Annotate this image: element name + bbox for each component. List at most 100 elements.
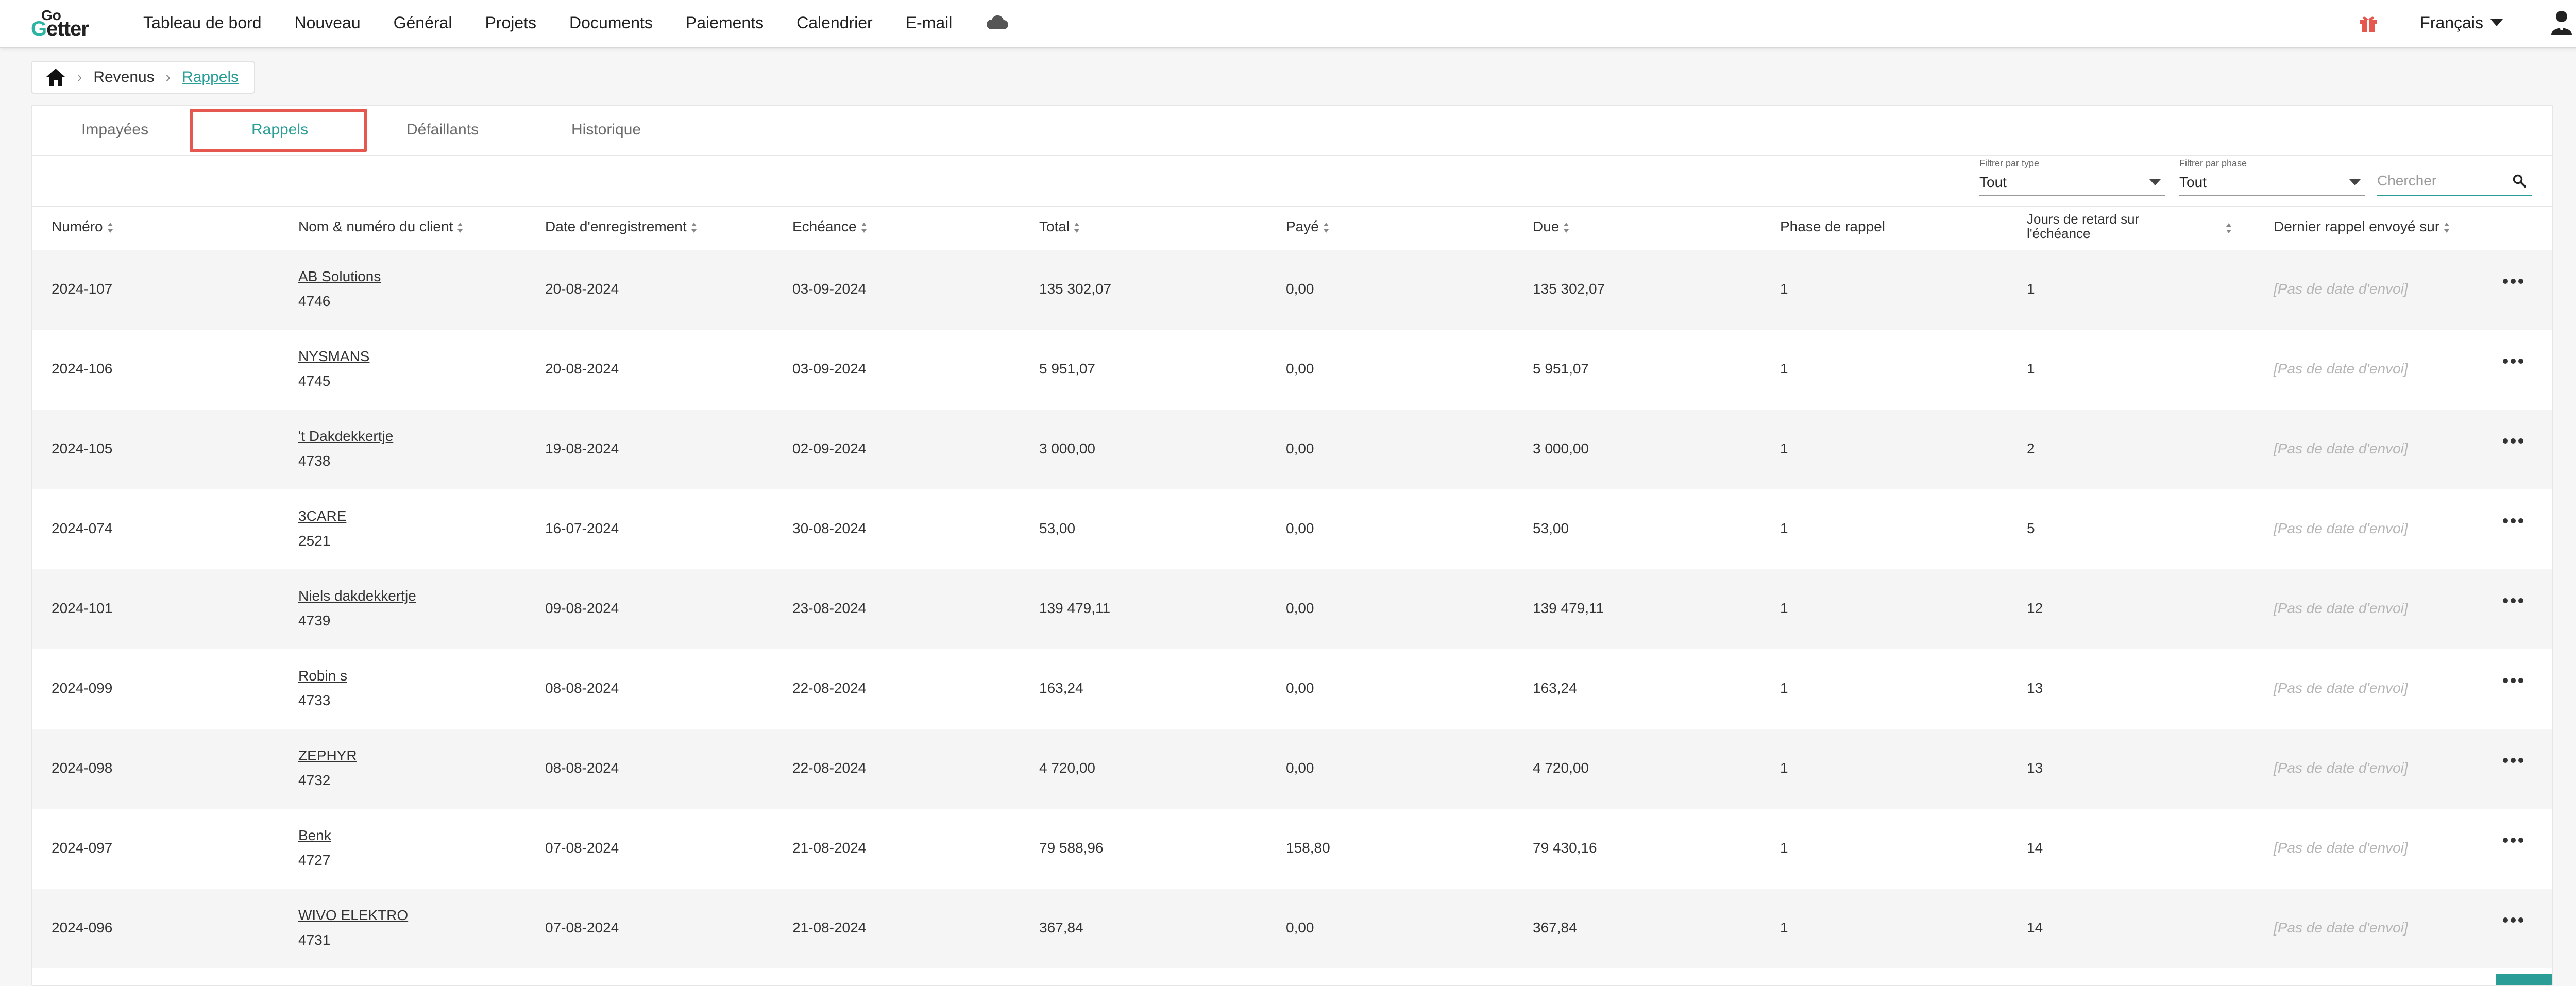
more-options-icon[interactable] <box>2503 598 2523 605</box>
cell-date: 20-08-2024 <box>545 361 619 377</box>
more-options-icon[interactable] <box>2503 359 2523 366</box>
corner-tab[interactable] <box>2496 974 2552 985</box>
sort-icon <box>2444 222 2450 233</box>
cell-phase: 1 <box>1780 281 1788 297</box>
cell-echeance: 03-09-2024 <box>792 281 867 297</box>
more-options-icon[interactable] <box>2503 917 2523 925</box>
col-echeance[interactable]: Echéance <box>792 219 867 234</box>
table-row[interactable]: 2024-101 Niels dakdekkertje 4739 09-08-2… <box>32 569 2552 649</box>
type-filter-value: Tout <box>1979 174 2007 190</box>
reminders-card: Impayées Rappels Défaillants Historique … <box>31 105 2553 986</box>
phase-filter-select[interactable]: Tout <box>2179 172 2365 196</box>
nav-tableau-de-bord[interactable]: Tableau de bord <box>143 13 262 32</box>
language-selector[interactable]: Français <box>2420 13 2503 32</box>
table-row[interactable]: 2024-106 NYSMANS 4745 20-08-2024 03-09-2… <box>32 330 2552 410</box>
cell-total: 163,24 <box>1039 680 1083 696</box>
table-row[interactable]: 2024-096 WIVO ELEKTRO 4731 07-08-2024 21… <box>32 889 2552 968</box>
cell-total: 135 302,07 <box>1039 281 1112 297</box>
tab-bar: Impayées Rappels Défaillants Historique <box>32 106 2552 156</box>
nav-nouveau[interactable]: Nouveau <box>295 13 361 32</box>
client-name-link[interactable]: AB Solutions <box>298 268 381 285</box>
sort-icon <box>1323 222 1329 233</box>
client-number: 4732 <box>298 772 331 788</box>
cell-echeance: 21-08-2024 <box>792 840 867 856</box>
tab-historique[interactable]: Historique <box>571 121 641 139</box>
cell-date: 07-08-2024 <box>545 840 619 856</box>
cell-dernier-rappel: [Pas de date d'envoi] <box>2274 920 2408 936</box>
col-client[interactable]: Nom & numéro du client <box>298 219 463 234</box>
table-row[interactable]: 2024-099 Robin s 4733 08-08-2024 22-08-2… <box>32 649 2552 729</box>
client-name-link[interactable]: WIVO ELEKTRO <box>298 907 408 924</box>
more-options-icon[interactable] <box>2503 438 2523 446</box>
cell-paye: 0,00 <box>1286 520 1314 536</box>
col-dernier[interactable]: Dernier rappel envoyé sur <box>2274 219 2450 234</box>
table-row[interactable]: 2024-097 Benk 4727 07-08-2024 21-08-2024… <box>32 809 2552 889</box>
cloud-icon[interactable] <box>985 15 1009 30</box>
table-row[interactable]: 2024-105 't Dakdekkertje 4738 19-08-2024… <box>32 410 2552 489</box>
col-total[interactable]: Total <box>1039 219 1080 234</box>
user-icon[interactable] <box>2549 9 2574 36</box>
tab-impayees[interactable]: Impayées <box>81 121 148 139</box>
breadcrumb-revenus[interactable]: Revenus <box>93 69 154 86</box>
client-number: 4745 <box>298 373 331 389</box>
nav-projets[interactable]: Projets <box>485 13 536 32</box>
gift-icon[interactable] <box>2358 12 2379 33</box>
cell-paye: 0,00 <box>1286 760 1314 776</box>
more-options-icon[interactable] <box>2503 838 2523 845</box>
client-name-link[interactable]: 3CARE <box>298 508 346 524</box>
search-input[interactable] <box>2377 168 2496 189</box>
chevron-down-icon <box>2490 19 2503 26</box>
cell-jours: 14 <box>2027 920 2043 936</box>
col-date[interactable]: Date d'enregistrement <box>545 219 697 234</box>
client-name-link[interactable]: NYSMANS <box>298 348 369 365</box>
cell-numero: 2024-074 <box>52 520 113 536</box>
col-due[interactable]: Due <box>1533 219 1569 234</box>
cell-numero: 2024-101 <box>52 600 113 616</box>
sort-icon[interactable] <box>2226 223 2232 233</box>
chevron-right-icon: › <box>165 69 171 85</box>
cell-echeance: 23-08-2024 <box>792 600 867 616</box>
col-jours[interactable]: Jours de retard sur l'échéance <box>2027 212 2166 241</box>
table-row[interactable]: 2024-074 3CARE 2521 16-07-2024 30-08-202… <box>32 489 2552 569</box>
table-row[interactable]: 2024-107 AB Solutions 4746 20-08-2024 03… <box>32 250 2552 330</box>
client-name-link[interactable]: Benk <box>298 827 331 844</box>
breadcrumb-rappels[interactable]: Rappels <box>182 69 239 86</box>
client-name-link[interactable]: Niels dakdekkertje <box>298 588 416 604</box>
more-options-icon[interactable] <box>2503 279 2523 286</box>
cell-paye: 0,00 <box>1286 600 1314 616</box>
nav-calendrier[interactable]: Calendrier <box>796 13 873 32</box>
tab-defaillants[interactable]: Défaillants <box>406 121 479 139</box>
cell-due: 5 951,07 <box>1533 361 1589 377</box>
sort-icon <box>1563 222 1569 233</box>
client-number: 4733 <box>298 692 331 708</box>
cell-paye: 0,00 <box>1286 680 1314 696</box>
type-filter-select[interactable]: Tout <box>1979 172 2165 196</box>
dropdown-arrow-icon <box>2149 179 2161 185</box>
home-icon[interactable] <box>45 67 66 87</box>
nav-general[interactable]: Général <box>394 13 452 32</box>
col-paye[interactable]: Payé <box>1286 219 1329 234</box>
client-name-link[interactable]: 't Dakdekkertje <box>298 428 393 445</box>
cell-due: 3 000,00 <box>1533 440 1589 456</box>
cell-dernier-rappel: [Pas de date d'envoi] <box>2274 361 2408 377</box>
search-icon[interactable] <box>2512 174 2527 188</box>
col-numero[interactable]: Numéro <box>52 219 113 234</box>
cell-dernier-rappel: [Pas de date d'envoi] <box>2274 760 2408 776</box>
client-name-link[interactable]: Robin s <box>298 668 347 684</box>
cell-phase: 1 <box>1780 920 1788 936</box>
cell-phase: 1 <box>1780 840 1788 856</box>
nav-documents[interactable]: Documents <box>569 13 653 32</box>
more-options-icon[interactable] <box>2503 758 2523 765</box>
cell-numero: 2024-096 <box>52 920 113 936</box>
more-options-icon[interactable] <box>2503 518 2523 525</box>
client-name-link[interactable]: ZEPHYR <box>298 747 357 764</box>
nav-paiements[interactable]: Paiements <box>686 13 764 32</box>
cell-phase: 1 <box>1780 440 1788 456</box>
table-row[interactable]: 2024-098 ZEPHYR 4732 08-08-2024 22-08-20… <box>32 729 2552 809</box>
nav-email[interactable]: E-mail <box>906 13 953 32</box>
cell-dernier-rappel: [Pas de date d'envoi] <box>2274 600 2408 616</box>
gogetter-logo[interactable]: Go Getter <box>31 7 113 40</box>
breadcrumb: › Revenus › Rappels <box>31 61 256 94</box>
cell-dernier-rappel: [Pas de date d'envoi] <box>2274 281 2408 297</box>
more-options-icon[interactable] <box>2503 678 2523 685</box>
